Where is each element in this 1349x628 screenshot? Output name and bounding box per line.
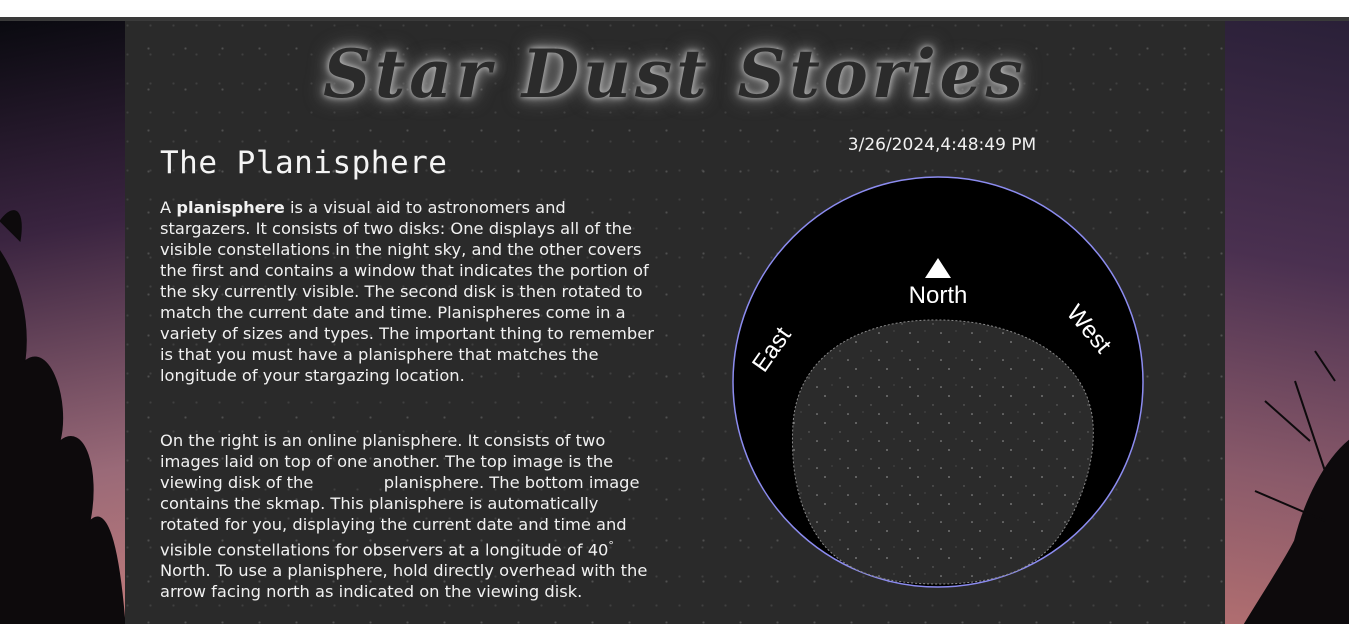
page-title: The Planisphere	[160, 145, 448, 181]
browser-top-bar	[0, 0, 1349, 17]
left-background-image	[0, 21, 126, 625]
north-label: North	[909, 282, 968, 309]
article: The Planisphere A planisphere is a visua…	[160, 145, 660, 601]
planisphere-term: planisphere	[176, 198, 285, 217]
planisphere-widget[interactable]: North East West	[728, 174, 1148, 594]
right-tree-silhouette	[1243, 350, 1349, 625]
article-paragraph-1: A planisphere is a visual aid to astrono…	[160, 197, 660, 386]
left-tree-silhouette	[0, 210, 126, 625]
article-paragraph-2: On the right is an online planisphere. I…	[160, 430, 660, 602]
content-panel: Star Dust Stories The Planisphere A plan…	[125, 21, 1225, 624]
current-datetime: 3/26/2024,4:48:49 PM	[847, 135, 1037, 155]
p1-text-a: A	[160, 198, 177, 217]
site-logo[interactable]: Star Dust Stories	[125, 35, 1225, 113]
right-background-image	[1225, 21, 1349, 625]
p2-text-end: North. To use a planisphere, hold direct…	[160, 561, 648, 602]
p1-text-rest: is a visual aid to astronomers and starg…	[160, 198, 654, 385]
sky-window	[792, 319, 1094, 585]
degree-symbol: °	[608, 539, 614, 552]
